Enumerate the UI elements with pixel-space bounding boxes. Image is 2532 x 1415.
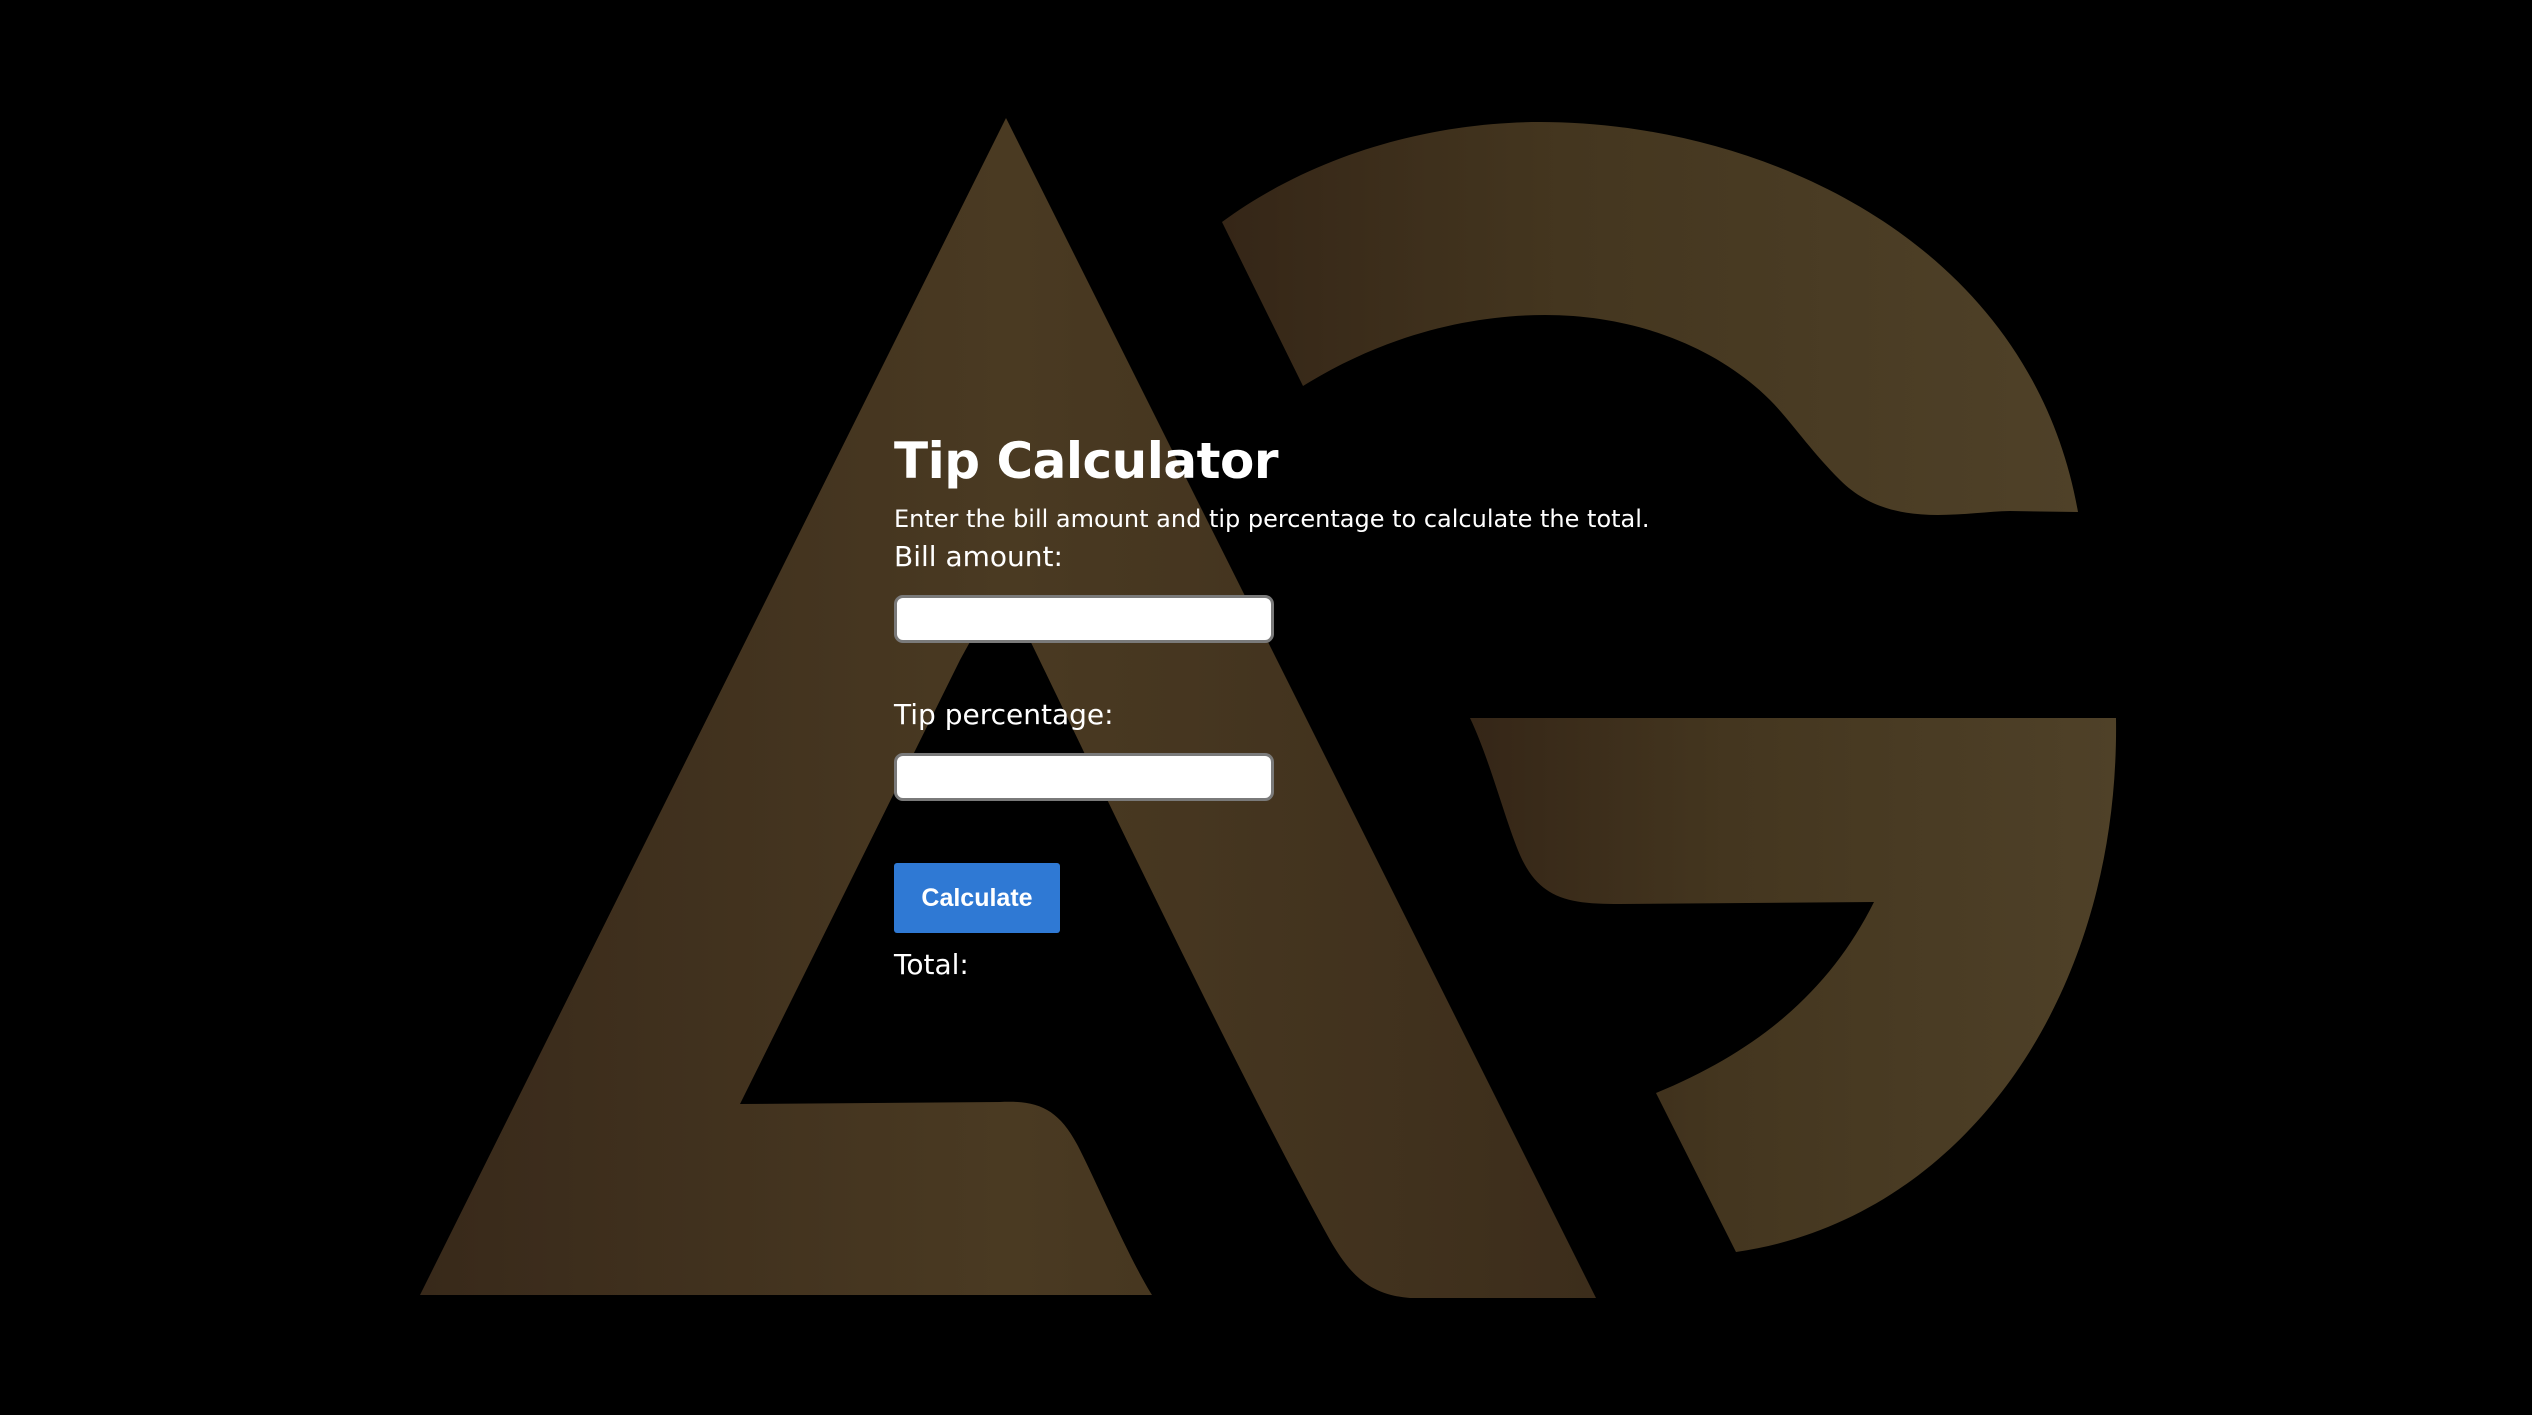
calculate-button[interactable]: Calculate: [894, 863, 1060, 933]
page-description: Enter the bill amount and tip percentage…: [894, 505, 1650, 533]
tip-percentage-input[interactable]: [894, 753, 1274, 801]
tip-calculator-form: Tip Calculator Enter the bill amount and…: [894, 425, 1894, 985]
page-title: Tip Calculator: [894, 432, 1279, 490]
bill-amount-input[interactable]: [894, 595, 1274, 643]
tip-percentage-label: Tip percentage:: [894, 698, 1114, 731]
page-background: Tip Calculator Enter the bill amount and…: [0, 0, 2532, 1415]
bill-amount-label: Bill amount:: [894, 540, 1063, 573]
total-label: Total:: [894, 948, 969, 981]
total-row: Total:: [894, 945, 1894, 985]
